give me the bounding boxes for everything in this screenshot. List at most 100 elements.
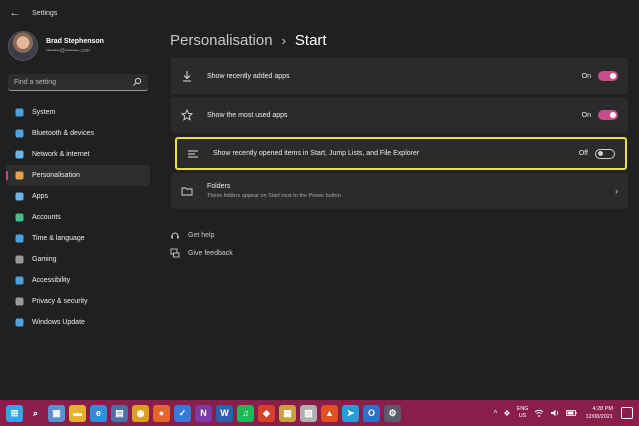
network-icon <box>14 150 24 160</box>
sidebar-item-label: Gaming <box>32 256 57 263</box>
toggle-state: On <box>581 111 591 119</box>
download-icon <box>183 71 191 82</box>
give-feedback-label: Give feedback <box>188 249 233 257</box>
brave-icon[interactable]: ▲ <box>321 404 338 422</box>
sidebar-item-time-language[interactable]: Time & language <box>6 228 150 249</box>
bluetooth-icon <box>14 129 24 139</box>
list-icon <box>188 150 198 157</box>
avatar <box>8 31 38 61</box>
user-profile[interactable]: Brad Stephenson ••••••••@••••••••.com <box>8 30 148 62</box>
firefox-icon[interactable]: ● <box>153 404 170 422</box>
settings-window: ← Settings Brad Stephenson ••••••••@••••… <box>0 0 639 400</box>
paint-icon[interactable]: ◆ <box>258 404 275 422</box>
tray-overflow-chevron-icon[interactable]: ^ <box>494 409 498 418</box>
get-help-link[interactable]: Get help <box>170 226 233 244</box>
update-icon <box>14 318 24 328</box>
sidebar-nav: System Bluetooth & devices Network & inter… <box>6 102 150 333</box>
search-icon[interactable]: ⌕ <box>27 404 44 422</box>
spotify-icon[interactable]: ♫ <box>237 404 254 422</box>
search-icon <box>133 77 142 86</box>
sidebar-item-label: System <box>32 109 56 116</box>
onenote-icon[interactable]: N <box>195 404 212 422</box>
accessibility-icon <box>14 276 24 286</box>
breadcrumb-separator: › <box>281 32 286 48</box>
sidebar-item-label: Windows Update <box>32 319 85 326</box>
sidebar-item-accessibility[interactable]: Accessibility <box>6 270 150 291</box>
user-email: ••••••••@••••••••.com <box>46 48 90 54</box>
setting-folders[interactable]: Folders These folders appear on Start ne… <box>171 173 628 209</box>
sidebar-item-windows-update[interactable]: Windows Update <box>6 312 150 333</box>
chrome-icon[interactable]: ◉ <box>132 404 149 422</box>
task-view-icon[interactable]: ▣ <box>48 404 65 422</box>
sidebar-item-gaming[interactable]: Gaming <box>6 249 150 270</box>
edge-icon[interactable]: e <box>90 404 107 422</box>
sidebar-item-apps[interactable]: Apps <box>6 186 150 207</box>
folders-title: Folders <box>207 183 231 190</box>
battery-icon[interactable] <box>566 408 578 418</box>
dropbox-icon[interactable]: ❖ <box>503 409 510 418</box>
notepad-icon[interactable]: ▤ <box>111 404 128 422</box>
toggle-state: Off <box>578 150 588 157</box>
breadcrumb: Personalisation › Start <box>170 29 327 51</box>
sidebar-item-personalisation[interactable]: Personalisation <box>6 165 150 186</box>
folders-subtitle: These folders appear on Start next to th… <box>207 193 341 199</box>
recently-opened-toggle[interactable] <box>595 148 615 159</box>
setting-most-used-apps[interactable]: Show the most used apps On <box>171 97 628 133</box>
sidebar-item-label: Bluetooth & devices <box>32 130 94 137</box>
word-icon[interactable]: W <box>216 404 233 422</box>
clock-date: 12/08/2021 <box>585 414 613 420</box>
get-help-label: Get help <box>188 231 215 239</box>
system-icon <box>14 108 24 118</box>
star-icon <box>181 109 193 121</box>
give-feedback-link[interactable]: Give feedback <box>170 244 233 262</box>
sidebar-item-accounts[interactable]: Accounts <box>6 207 150 228</box>
sidebar-item-bluetooth-devices[interactable]: Bluetooth & devices <box>6 123 150 144</box>
recently-added-toggle[interactable] <box>598 71 618 81</box>
app-title: Settings <box>32 9 58 17</box>
back-arrow-icon[interactable]: ← <box>6 7 24 19</box>
feedback-icon <box>170 248 180 258</box>
settings-icon[interactable]: ⚙ <box>384 404 401 422</box>
folder-icon <box>181 187 193 196</box>
setting-recently-added-apps[interactable]: Show recently added apps On <box>171 58 628 94</box>
search-input[interactable]: Find a setting <box>8 74 148 91</box>
backup-icon[interactable]: ▦ <box>279 404 296 422</box>
wifi-icon[interactable] <box>534 408 544 418</box>
most-used-toggle[interactable] <box>598 110 618 120</box>
todo-icon[interactable]: ✓ <box>174 404 191 422</box>
setting-recently-opened-items[interactable]: Show recently opened items in Start, Jum… <box>175 137 627 170</box>
page-title: Start <box>294 31 327 49</box>
language-indicator[interactable]: ENG US <box>517 406 529 420</box>
sidebar-item-label: Apps <box>32 193 48 200</box>
notification-center-icon[interactable] <box>621 407 633 419</box>
clock[interactable]: 4:28 PM 12/08/2021 <box>585 405 613 421</box>
clock-time: 4:28 PM <box>592 406 613 412</box>
setting-label: Show recently opened items in Start, Jum… <box>213 150 420 157</box>
apps-icon <box>14 192 24 202</box>
sidebar-item-label: Time & language <box>32 235 85 242</box>
file-explorer-icon[interactable]: ▬ <box>69 404 86 422</box>
breadcrumb-parent[interactable]: Personalisation <box>170 32 273 49</box>
taskbar-apps: ⊞ ⌕ ▣ ▬ e ▤ ◉ ● ✓ N W ♫ ◆ ▦ ▧ ▲ ➤ O ⚙ <box>6 404 405 422</box>
outlook-icon[interactable]: O <box>363 404 380 422</box>
help-icon <box>171 232 179 239</box>
sidebar-item-privacy-security[interactable]: Privacy & security <box>6 291 150 312</box>
user-name: Brad Stephenson <box>46 38 104 45</box>
sidebar-item-label: Accessibility <box>32 277 71 284</box>
search-placeholder: Find a setting <box>14 78 57 86</box>
sidebar-item-network-internet[interactable]: Network & internet <box>6 144 150 165</box>
setting-label: Show recently added apps <box>207 72 290 80</box>
start-icon[interactable]: ⊞ <box>6 404 23 422</box>
toggle-state: On <box>581 72 591 80</box>
photos-icon[interactable]: ▧ <box>300 404 317 422</box>
chevron-right-icon: › <box>615 186 618 196</box>
taskbar: ⊞ ⌕ ▣ ▬ e ▤ ◉ ● ✓ N W ♫ ◆ ▦ ▧ ▲ ➤ O ⚙ ^ ❖ ENG US 4:28 PM 1… <box>0 400 639 426</box>
globe-icon <box>14 234 24 244</box>
volume-icon[interactable] <box>550 408 560 418</box>
sidebar-item-system[interactable]: System <box>6 102 150 123</box>
gaming-icon <box>14 255 24 265</box>
paintbrush-icon <box>14 171 24 181</box>
telegram-icon[interactable]: ➤ <box>342 404 359 422</box>
region-code: US <box>518 413 527 419</box>
system-tray: ^ ❖ ENG US 4:28 PM 12/08/2021 <box>488 400 633 426</box>
